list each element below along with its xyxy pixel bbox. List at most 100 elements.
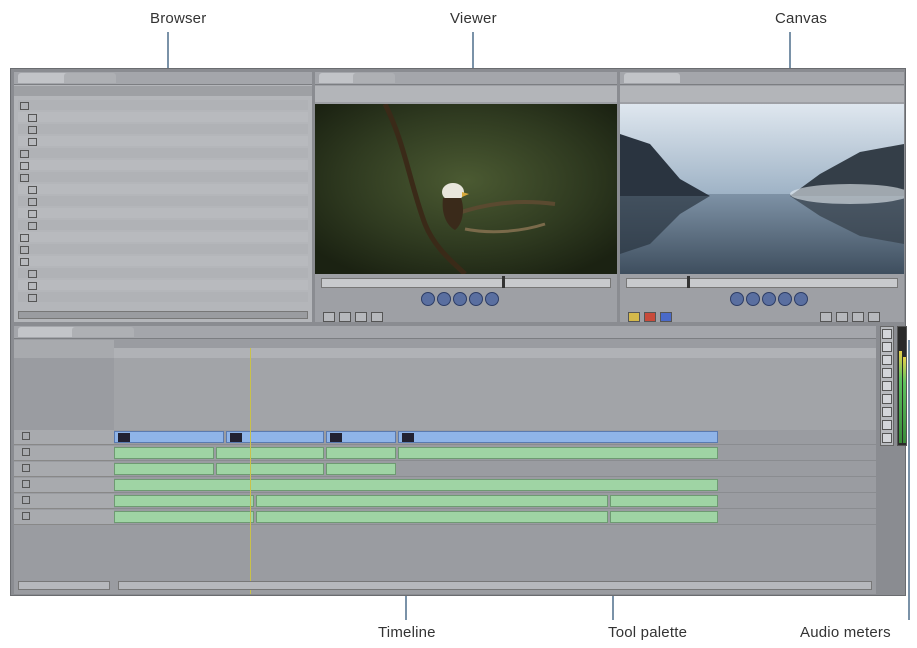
audio-clip[interactable] [114, 511, 254, 523]
viewer-scrubber[interactable] [321, 276, 611, 288]
play-button[interactable] [453, 292, 467, 306]
browser-item[interactable] [18, 256, 308, 266]
browser-item[interactable] [18, 232, 308, 242]
sequence-tab[interactable] [18, 327, 80, 337]
audio-clip[interactable] [114, 479, 718, 491]
edit-selection-tool-icon[interactable] [882, 342, 892, 352]
canvas-play-in-to-out-button[interactable] [746, 292, 760, 306]
tool-palette [880, 326, 894, 446]
audio-track-header[interactable] [14, 510, 114, 525]
video-track [114, 430, 876, 445]
canvas-previous-edit-button[interactable] [730, 292, 744, 306]
browser-item[interactable] [18, 244, 308, 254]
canvas-playhead[interactable] [687, 276, 690, 288]
video-clip[interactable] [114, 431, 224, 443]
browser-scrollbar[interactable] [18, 311, 308, 319]
track-lock-icon[interactable] [22, 496, 30, 505]
audio-clip[interactable] [326, 447, 396, 459]
browser-item[interactable] [18, 196, 308, 206]
canvas-button-3[interactable] [852, 312, 864, 322]
browser-item[interactable] [18, 148, 308, 158]
zoom-tool-icon[interactable] [882, 407, 892, 417]
track-lock-icon[interactable] [22, 512, 30, 521]
clip-icon [20, 246, 29, 254]
play-in-to-out-button[interactable] [437, 292, 451, 306]
timeline-ruler[interactable] [114, 348, 876, 358]
clip-icon [20, 150, 29, 158]
browser-item[interactable] [18, 292, 308, 302]
insert-edit-button[interactable] [628, 312, 640, 322]
audio-track-header[interactable] [14, 446, 114, 461]
canvas-play-button[interactable] [762, 292, 776, 306]
browser-tabbar [14, 72, 312, 85]
audio-clip[interactable] [114, 463, 214, 475]
previous-edit-button[interactable] [421, 292, 435, 306]
selection-tool-icon[interactable] [882, 329, 892, 339]
track-lock-icon[interactable] [22, 464, 30, 473]
browser-item[interactable] [18, 124, 308, 134]
timeline-scrollbar[interactable] [118, 581, 872, 590]
audio-track-header[interactable] [14, 462, 114, 477]
mark-clip-button[interactable] [339, 312, 351, 322]
video-track-header[interactable] [14, 430, 114, 445]
timeline-zoom-slider[interactable] [18, 581, 110, 590]
next-edit-button[interactable] [485, 292, 499, 306]
audio-clip[interactable] [114, 447, 214, 459]
audio-clip[interactable] [610, 511, 718, 523]
canvas-play-around-button[interactable] [778, 292, 792, 306]
browser-item[interactable] [18, 160, 308, 170]
browser-item[interactable] [18, 184, 308, 194]
overwrite-edit-button[interactable] [644, 312, 656, 322]
video-clip[interactable] [326, 431, 396, 443]
razor-blade-tool-icon[interactable] [882, 394, 892, 404]
canvas-scrubber[interactable] [626, 276, 898, 288]
crop-tool-icon[interactable] [882, 420, 892, 430]
canvas-sequence-tab[interactable] [624, 73, 680, 83]
canvas-next-edit-button[interactable] [794, 292, 808, 306]
audio-track-header[interactable] [14, 494, 114, 509]
browser-item[interactable] [18, 100, 308, 110]
browser-tab[interactable] [18, 73, 70, 83]
roll-tool-icon[interactable] [882, 368, 892, 378]
add-keyframe-button[interactable] [355, 312, 367, 322]
browser-item[interactable] [18, 268, 308, 278]
effects-tab[interactable] [64, 73, 116, 83]
add-marker-button[interactable] [371, 312, 383, 322]
pen-tool-icon[interactable] [882, 433, 892, 443]
browser-item[interactable] [18, 208, 308, 218]
audio-clip[interactable] [216, 463, 324, 475]
slip-tool-icon[interactable] [882, 381, 892, 391]
timeline-playhead[interactable] [250, 348, 251, 594]
viewer-audio-tab[interactable] [353, 73, 395, 83]
canvas-button-2[interactable] [836, 312, 848, 322]
replace-edit-button[interactable] [660, 312, 672, 322]
audio-track [114, 462, 876, 477]
canvas-button-1[interactable] [820, 312, 832, 322]
browser-item[interactable] [18, 220, 308, 230]
viewer-playhead[interactable] [502, 276, 505, 288]
canvas-button-4[interactable] [868, 312, 880, 322]
audio-clip[interactable] [256, 511, 608, 523]
match-frame-button[interactable] [323, 312, 335, 322]
track-selection-tool-icon[interactable] [882, 355, 892, 365]
audio-clip[interactable] [610, 495, 718, 507]
audio-clip[interactable] [216, 447, 324, 459]
audio-track-header[interactable] [14, 478, 114, 493]
audio-clip[interactable] [256, 495, 608, 507]
audio-clip[interactable] [114, 495, 254, 507]
audio-clip[interactable] [398, 447, 718, 459]
video-clip[interactable] [226, 431, 324, 443]
play-around-button[interactable] [469, 292, 483, 306]
video-clip[interactable] [398, 431, 718, 443]
browser-item[interactable] [18, 280, 308, 290]
audio-clip[interactable] [326, 463, 396, 475]
track-lock-icon[interactable] [22, 480, 30, 489]
track-lock-icon[interactable] [22, 448, 30, 457]
browser-item[interactable] [18, 172, 308, 182]
browser-item[interactable] [18, 136, 308, 146]
callout-tool-palette: Tool palette [608, 624, 688, 641]
sequence-tab-2[interactable] [72, 327, 134, 337]
browser-item[interactable] [18, 112, 308, 122]
track-lock-icon[interactable] [22, 432, 30, 441]
final-cut-window [10, 68, 910, 596]
